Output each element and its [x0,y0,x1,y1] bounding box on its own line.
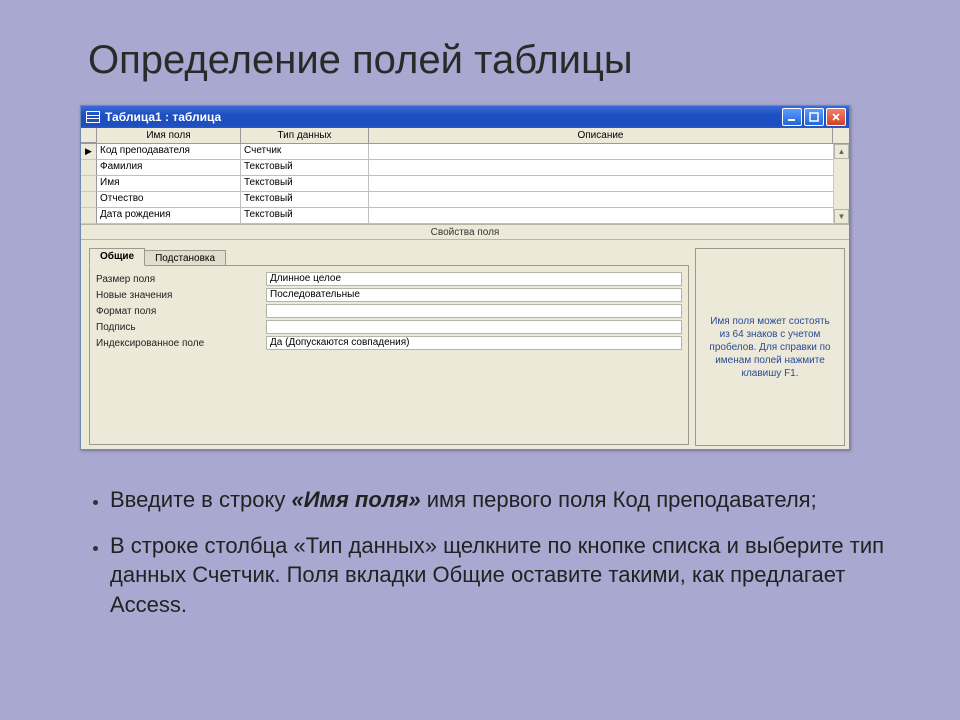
row-selector[interactable]: ▶ [81,144,97,160]
vertical-scrollbar[interactable]: ▲ ▼ [833,144,849,224]
row-selector[interactable] [81,160,97,176]
property-value[interactable] [266,320,682,334]
row-selector[interactable] [81,192,97,208]
field-type-cell[interactable]: Текстовый [241,208,369,224]
table-row[interactable]: ▶Код преподавателяСчетчик [81,144,849,160]
field-type-cell[interactable]: Текстовый [241,176,369,192]
property-value[interactable]: Последовательные [266,288,682,302]
field-type-cell[interactable]: Текстовый [241,160,369,176]
table-icon [86,111,100,123]
property-row: Новые значенияПоследовательные [96,287,682,303]
property-value[interactable]: Длинное целое [266,272,682,286]
property-label: Индексированное поле [96,338,266,349]
property-label: Новые значения [96,290,266,301]
field-name-cell[interactable]: Код преподавателя [97,144,241,160]
property-row: Формат поля [96,303,682,319]
properties-panel: Размер поляДлинное целоеНовые значенияПо… [89,265,689,445]
field-grid: Имя поля Тип данных Описание ▶Код препод… [81,128,849,224]
slide-bullets: Введите в строку «Имя поля» имя первого … [88,485,900,636]
property-label: Размер поля [96,274,266,285]
row-selector[interactable] [81,176,97,192]
property-label: Формат поля [96,306,266,317]
tab-lookup[interactable]: Подстановка [144,250,226,266]
property-row: Размер поляДлинное целое [96,271,682,287]
maximize-button[interactable] [804,108,824,126]
col-header-type[interactable]: Тип данных [241,128,369,143]
bullet-2: В строке столбца «Тип данных» щелкните п… [110,531,900,620]
field-name-cell[interactable]: Отчество [97,192,241,208]
close-button[interactable] [826,108,846,126]
property-value[interactable]: Да (Допускаются совпадения) [266,336,682,350]
access-design-window: Таблица1 : таблица Имя поля Тип данных О… [80,105,850,450]
property-row: Индексированное полеДа (Допускаются совп… [96,335,682,351]
field-desc-cell[interactable] [369,176,849,192]
grid-header: Имя поля Тип данных Описание [81,128,849,144]
properties-header: Свойства поля [81,224,849,240]
field-desc-cell[interactable] [369,192,849,208]
tab-general[interactable]: Общие [89,248,145,266]
col-header-desc[interactable]: Описание [369,128,833,143]
table-row[interactable]: Дата рожденияТекстовый [81,208,849,224]
field-desc-cell[interactable] [369,160,849,176]
titlebar[interactable]: Таблица1 : таблица [81,106,849,128]
property-label: Подпись [96,322,266,333]
property-row: Подпись [96,319,682,335]
field-desc-cell[interactable] [369,208,849,224]
field-name-cell[interactable]: Дата рождения [97,208,241,224]
minimize-button[interactable] [782,108,802,126]
field-name-cell[interactable]: Фамилия [97,160,241,176]
slide-title: Определение полей таблицы [0,0,960,93]
bullet-1: Введите в строку «Имя поля» имя первого … [110,485,900,515]
row-selector[interactable] [81,208,97,224]
table-row[interactable]: ФамилияТекстовый [81,160,849,176]
table-row[interactable]: ОтчествоТекстовый [81,192,849,208]
field-desc-cell[interactable] [369,144,849,160]
scroll-down-button[interactable]: ▼ [834,209,849,224]
help-pane: Имя поля может состоять из 64 знаков с у… [695,248,845,446]
field-name-cell[interactable]: Имя [97,176,241,192]
property-value[interactable] [266,304,682,318]
table-row[interactable]: ИмяТекстовый [81,176,849,192]
field-type-cell[interactable]: Счетчик [241,144,369,160]
scroll-up-button[interactable]: ▲ [834,144,849,159]
field-type-cell[interactable]: Текстовый [241,192,369,208]
col-header-name[interactable]: Имя поля [97,128,241,143]
window-title: Таблица1 : таблица [105,110,782,124]
